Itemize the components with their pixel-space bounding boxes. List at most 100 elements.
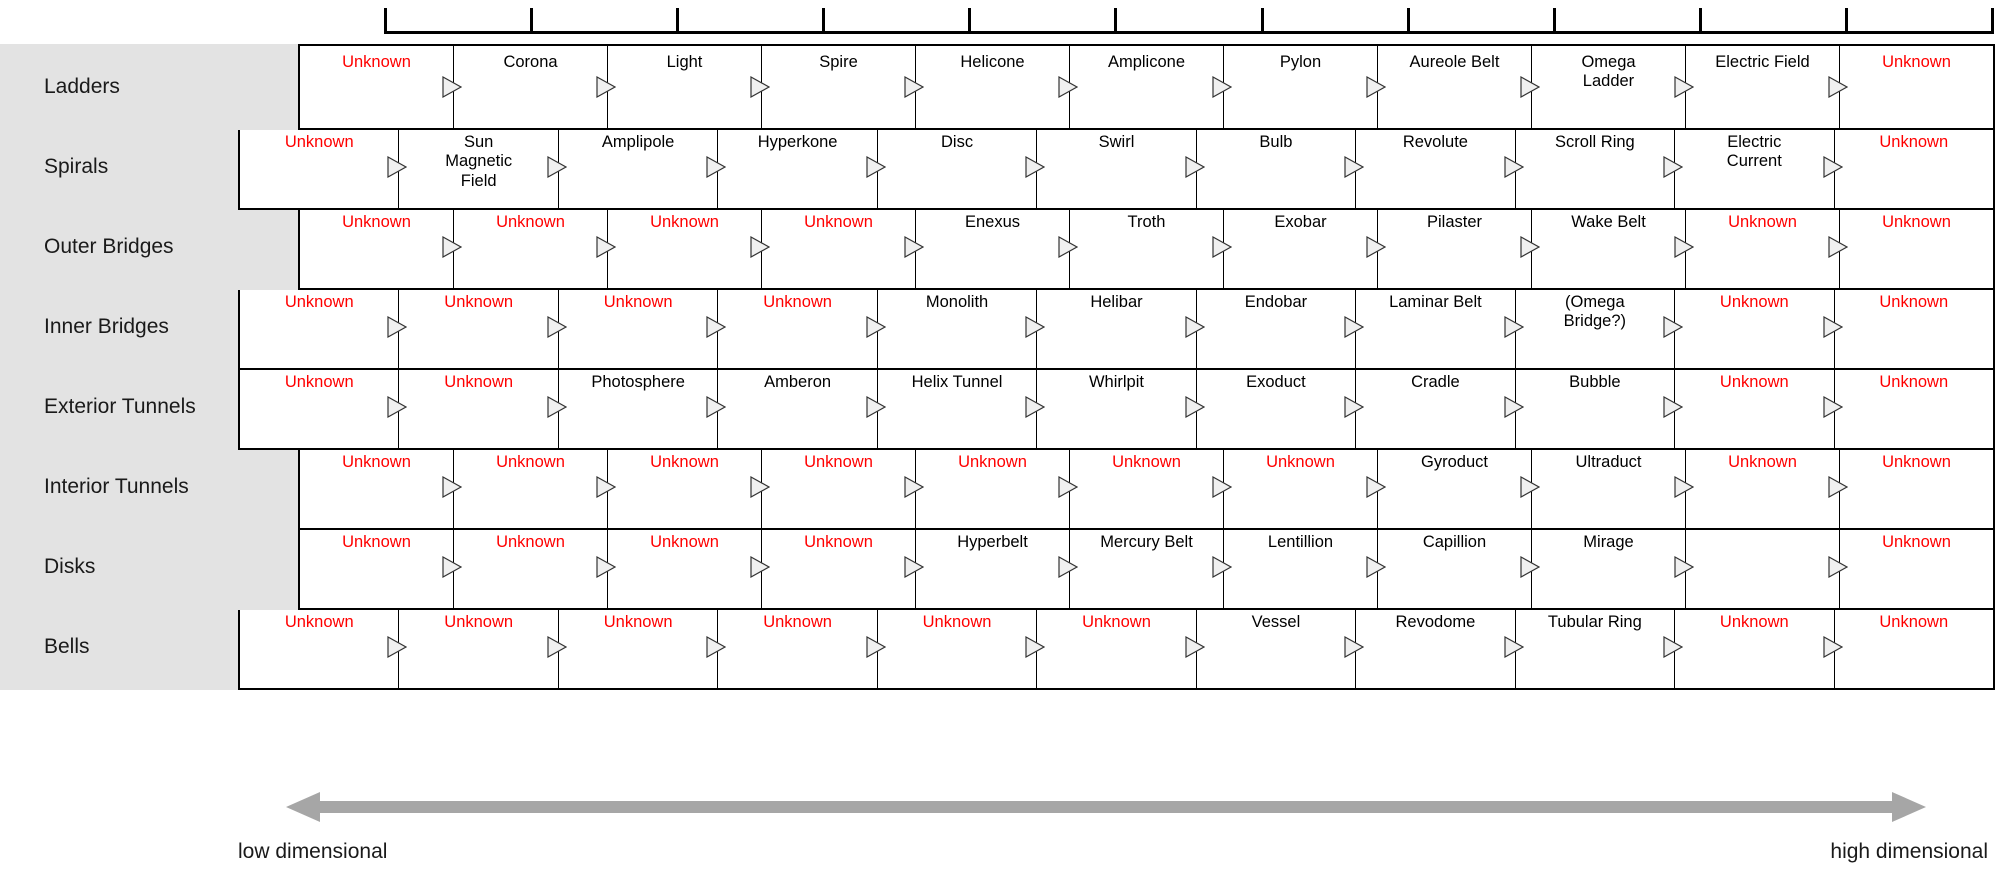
progression-arrow-icon — [866, 156, 886, 178]
chart-cell[interactable]: Unknown — [454, 526, 616, 608]
chart-cell[interactable]: Unknown — [1686, 206, 1848, 288]
chart-cell[interactable]: Unknown — [1840, 46, 1993, 128]
chart-row: Disks Unknown Unknown Unknown Unknown Hyperbe… — [0, 524, 1995, 610]
row-label-outer-bridges[interactable]: Outer Bridges — [0, 204, 298, 290]
chart-cell[interactable]: Unknown — [1835, 286, 1993, 368]
chart-cell[interactable]: Unknown — [240, 126, 408, 208]
row-label-interior-tunnels[interactable]: Interior Tunnels — [0, 444, 298, 530]
chart-cell[interactable]: Monolith — [878, 286, 1046, 368]
chart-cell[interactable]: Unknown — [1835, 126, 1993, 208]
chart-cell[interactable]: Revolute — [1356, 126, 1524, 208]
chart-cell[interactable]: Hyperbelt — [916, 526, 1078, 608]
chart-cell[interactable]: Unknown — [399, 606, 567, 688]
chart-cell[interactable]: Unknown — [1675, 606, 1843, 688]
chart-cell[interactable]: Mirage — [1532, 526, 1694, 608]
chart-cell[interactable]: Gyroduct — [1378, 446, 1540, 528]
chart-cell[interactable]: Unknown — [559, 286, 727, 368]
chart-cell[interactable]: Omega Ladder — [1532, 46, 1694, 128]
chart-cell[interactable]: Revodome — [1356, 606, 1524, 688]
chart-cell[interactable]: Laminar Belt — [1356, 286, 1524, 368]
chart-cell[interactable]: Pilaster — [1378, 206, 1540, 288]
chart-cell[interactable]: Unknown — [559, 606, 727, 688]
chart-cell[interactable]: Unknown — [240, 606, 408, 688]
chart-cell[interactable]: Unknown — [240, 286, 408, 368]
chart-cell[interactable]: Helix Tunnel — [878, 366, 1046, 448]
dimensionality-spectrum-arrow — [286, 792, 1926, 822]
chart-cell[interactable]: Unknown — [1835, 606, 1993, 688]
chart-cell[interactable]: Whirlpit — [1037, 366, 1205, 448]
chart-cell[interactable]: Unknown — [762, 206, 924, 288]
chart-cell[interactable]: Unknown — [1840, 446, 1993, 528]
chart-cell[interactable]: Light — [608, 46, 770, 128]
chart-cell[interactable]: Unknown — [300, 446, 462, 528]
chart-cell[interactable]: Helibar — [1037, 286, 1205, 368]
row-label-disks[interactable]: Disks — [0, 524, 298, 610]
chart-cell[interactable]: Vessel — [1197, 606, 1365, 688]
chart-cell[interactable]: Wake Belt — [1532, 206, 1694, 288]
chart-cell[interactable]: Unknown — [454, 446, 616, 528]
chart-cell[interactable]: Tubular Ring — [1516, 606, 1684, 688]
chart-cell[interactable]: Unknown — [1224, 446, 1386, 528]
chart-cell[interactable]: Unknown — [608, 206, 770, 288]
chart-cell[interactable]: Bulb — [1197, 126, 1365, 208]
row-label-ladders[interactable]: Ladders — [0, 44, 298, 130]
chart-cell[interactable]: Unknown — [762, 526, 924, 608]
chart-cell[interactable]: Exobar — [1224, 206, 1386, 288]
chart-cell[interactable]: Amplipole — [559, 126, 727, 208]
chart-cell[interactable]: Troth — [1070, 206, 1232, 288]
chart-cell[interactable]: Unknown — [608, 446, 770, 528]
chart-cell[interactable]: Unknown — [1675, 286, 1843, 368]
chart-cell[interactable]: Unknown — [1686, 446, 1848, 528]
chart-cell[interactable]: Unknown — [300, 526, 462, 608]
progression-arrow-icon — [904, 236, 924, 258]
chart-cell[interactable]: Corona — [454, 46, 616, 128]
chart-cell[interactable]: Lentillion — [1224, 526, 1386, 608]
chart-cell[interactable]: Helicone — [916, 46, 1078, 128]
chart-cell[interactable]: Unknown — [718, 286, 886, 368]
chart-cell[interactable]: Amberon — [718, 366, 886, 448]
chart-cell[interactable]: Scroll Ring — [1516, 126, 1684, 208]
chart-cell[interactable]: Exoduct — [1197, 366, 1365, 448]
chart-cell[interactable]: Aureole Belt — [1378, 46, 1540, 128]
chart-cell[interactable]: Unknown — [300, 46, 462, 128]
chart-cell[interactable]: Ultraduct — [1532, 446, 1694, 528]
chart-cell[interactable]: Endobar — [1197, 286, 1365, 368]
chart-cell[interactable]: Unknown — [1835, 366, 1993, 448]
chart-cell[interactable]: Amplicone — [1070, 46, 1232, 128]
chart-cell[interactable]: (Omega Bridge?) — [1516, 286, 1684, 368]
chart-cell-label: Hyperbelt — [957, 533, 1028, 551]
chart-cell[interactable]: Swirl — [1037, 126, 1205, 208]
chart-cell[interactable]: Disc — [878, 126, 1046, 208]
chart-cell[interactable]: Unknown — [608, 526, 770, 608]
chart-cell[interactable]: Hyperkone — [718, 126, 886, 208]
chart-cell[interactable]: Unknown — [399, 286, 567, 368]
chart-cell[interactable]: Electric Current — [1675, 126, 1843, 208]
chart-cell[interactable]: Unknown — [1840, 206, 1993, 288]
chart-cell[interactable]: Unknown — [916, 446, 1078, 528]
chart-cell[interactable]: Unknown — [1070, 446, 1232, 528]
chart-cell[interactable]: Unknown — [399, 366, 567, 448]
chart-cell[interactable]: Unknown — [454, 206, 616, 288]
chart-cell[interactable]: Electric Field — [1686, 46, 1848, 128]
ruler-tick — [1991, 8, 1994, 34]
chart-cell[interactable]: Pylon — [1224, 46, 1386, 128]
chart-cell[interactable]: Unknown — [300, 206, 462, 288]
chart-cell[interactable]: Cradle — [1356, 366, 1524, 448]
progression-arrow-icon — [1504, 156, 1524, 178]
chart-cell[interactable]: Unknown — [878, 606, 1046, 688]
chart-cell[interactable]: Mercury Belt — [1070, 526, 1232, 608]
chart-cell[interactable]: Unknown — [240, 366, 408, 448]
chart-cell[interactable] — [1686, 526, 1848, 608]
chart-cell[interactable]: Unknown — [1840, 526, 1993, 608]
chart-cell[interactable]: Spire — [762, 46, 924, 128]
chart-cell[interactable]: Sun Magnetic Field — [399, 126, 567, 208]
chart-cell[interactable]: Photosphere — [559, 366, 727, 448]
chart-cell[interactable]: Unknown — [1037, 606, 1205, 688]
chart-cell[interactable]: Enexus — [916, 206, 1078, 288]
chart-cell[interactable]: Unknown — [718, 606, 886, 688]
chart-cell[interactable]: Capillion — [1378, 526, 1540, 608]
chart-cell[interactable]: Unknown — [1675, 366, 1843, 448]
chart-cell[interactable]: Bubble — [1516, 366, 1684, 448]
chart-cell[interactable]: Unknown — [762, 446, 924, 528]
progression-arrow-icon — [750, 556, 770, 578]
